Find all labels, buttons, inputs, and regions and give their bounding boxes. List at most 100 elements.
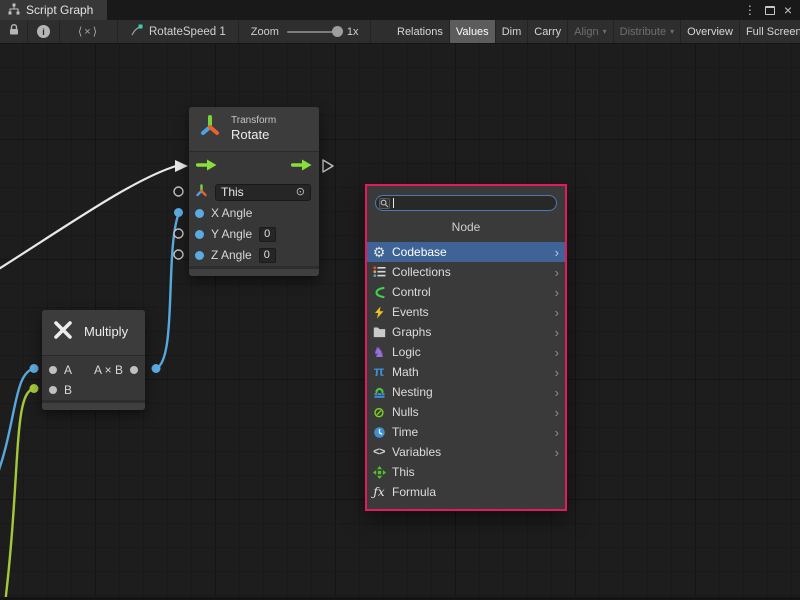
multiply-b-label: B <box>64 383 72 397</box>
z-angle-label: Z Angle <box>211 248 252 262</box>
zoom-slider-track[interactable] <box>287 31 339 33</box>
item-label: This <box>392 465 415 479</box>
y-angle-label: Y Angle <box>211 227 252 241</box>
distribute-label: Distribute <box>620 26 666 38</box>
multiply-b-port[interactable] <box>49 386 57 394</box>
info-icon: i <box>37 25 50 38</box>
kebab-menu-icon[interactable]: ⋮ <box>744 4 756 16</box>
align-label: Align <box>574 26 598 38</box>
search-input[interactable] <box>397 196 553 210</box>
pi-icon: π <box>371 365 387 380</box>
finder-item-this[interactable]: This <box>367 462 565 482</box>
x-angle-port[interactable] <box>195 209 204 218</box>
y-angle-input[interactable]: 0 <box>259 227 276 242</box>
finder-item-logic[interactable]: ♞ Logic › <box>367 342 565 362</box>
null-slash-icon: ⊘ <box>371 405 387 420</box>
zoom-slider-thumb[interactable] <box>332 26 343 37</box>
finder-header: Node <box>367 213 565 242</box>
finder-item-nulls[interactable]: ⊘ Nulls › <box>367 402 565 422</box>
flow-input-arrow-icon[interactable] <box>196 158 217 176</box>
carry-button[interactable]: Carry <box>528 20 568 43</box>
node-title: Rotate <box>231 127 276 144</box>
finder-item-nesting[interactable]: Nesting › <box>367 382 565 402</box>
item-label: Control <box>392 285 431 299</box>
lock-button[interactable] <box>0 20 28 43</box>
multiply-node[interactable]: Multiply A A × B B <box>42 310 145 410</box>
zoom-control: Zoom 1x <box>239 20 372 43</box>
gear-icon: ⚙ <box>371 245 387 260</box>
item-label: Variables <box>392 445 441 459</box>
dim-button[interactable]: Dim <box>496 20 529 43</box>
finder-item-collections[interactable]: Collections › <box>367 262 565 282</box>
item-label: Collections <box>392 265 451 279</box>
item-label: Codebase <box>392 245 447 259</box>
y-angle-row: Y Angle 0 <box>189 224 319 245</box>
multiply-a-row: A A × B <box>42 360 145 380</box>
finder-item-events[interactable]: Events › <box>367 302 565 322</box>
node-footer <box>189 266 319 276</box>
multiply-b-row: B <box>42 380 145 400</box>
fullscreen-button[interactable]: Full Screen <box>740 20 800 43</box>
multiply-a-port[interactable] <box>49 366 57 374</box>
overview-button[interactable]: Overview <box>681 20 740 43</box>
x-angle-label: X Angle <box>211 206 252 220</box>
tab-bar: Script Graph ⋮ × <box>0 0 800 20</box>
multiply-header[interactable]: Multiply <box>42 310 145 356</box>
maximize-icon[interactable] <box>765 6 775 15</box>
info-button[interactable]: i <box>28 20 60 43</box>
transform-rotate-header[interactable]: Transform Rotate <box>189 107 319 152</box>
chevron-right-icon: › <box>555 266 559 279</box>
text-caret <box>393 198 394 208</box>
finder-item-control[interactable]: Control › <box>367 282 565 302</box>
lightning-icon <box>371 305 387 320</box>
object-picker-icon[interactable]: ⊙ <box>296 187 305 198</box>
z-angle-port[interactable] <box>195 251 204 260</box>
lock-icon <box>8 23 20 41</box>
list-icon <box>371 265 387 280</box>
multiply-output-label: A × B <box>94 363 123 377</box>
multiply-output-port[interactable] <box>130 366 138 374</box>
item-label: Logic <box>392 345 421 359</box>
flow-output-arrow-icon[interactable] <box>291 158 312 176</box>
toolbar-right-group: Relations Values Dim Carry Align ▾ Distr… <box>391 20 800 43</box>
move-gizmo-icon <box>371 465 387 480</box>
z-angle-input[interactable]: 0 <box>259 248 276 263</box>
chevron-down-icon: ▾ <box>670 27 674 36</box>
multiply-a-label: A <box>64 363 72 377</box>
this-value: This <box>221 185 244 199</box>
toolbar-left-group: i ⟨×⟩ RotateSpeed 1 Zoom 1x <box>0 20 371 43</box>
chevron-right-icon: › <box>555 306 559 319</box>
y-angle-port[interactable] <box>195 230 204 239</box>
inspect-code-button[interactable]: ⟨×⟩ <box>60 20 118 43</box>
item-label: Graphs <box>392 325 431 339</box>
finder-item-variables[interactable]: <> Variables › <box>367 442 565 462</box>
finder-item-graphs[interactable]: Graphs › <box>367 322 565 342</box>
search-icon <box>379 198 390 209</box>
graph-name: RotateSpeed 1 <box>149 26 226 38</box>
finder-item-formula[interactable]: ƒx Formula <box>367 482 565 502</box>
mini-transform-icon <box>195 184 208 200</box>
finder-item-codebase[interactable]: ⚙ Codebase › <box>367 242 565 262</box>
graph-asset-icon <box>130 24 143 40</box>
values-button[interactable]: Values <box>450 20 496 43</box>
finder-item-math[interactable]: π Math › <box>367 362 565 382</box>
tab-title: Script Graph <box>26 3 93 17</box>
transform-rotate-node[interactable]: Transform Rotate <box>189 107 319 276</box>
angle-brackets-icon: <> <box>371 445 387 460</box>
formula-fx-icon: ƒx <box>371 485 387 500</box>
this-object-dropdown[interactable]: This ⊙ <box>215 184 311 201</box>
nesting-machine-icon <box>371 385 387 400</box>
item-label: Nesting <box>392 385 433 399</box>
chevron-right-icon: › <box>555 406 559 419</box>
tab-script-graph[interactable]: Script Graph <box>0 0 107 20</box>
z-angle-row: Z Angle 0 <box>189 245 319 266</box>
search-box[interactable] <box>375 195 557 211</box>
chevron-right-icon: › <box>555 326 559 339</box>
code-brackets-icon: ⟨×⟩ <box>78 25 99 38</box>
close-icon[interactable]: × <box>784 3 792 17</box>
graph-selector-button[interactable]: RotateSpeed 1 <box>118 20 239 43</box>
finder-item-time[interactable]: Time › <box>367 422 565 442</box>
relations-button[interactable]: Relations <box>391 20 450 43</box>
window-controls: ⋮ × <box>744 0 800 20</box>
chevron-right-icon: › <box>555 426 559 439</box>
